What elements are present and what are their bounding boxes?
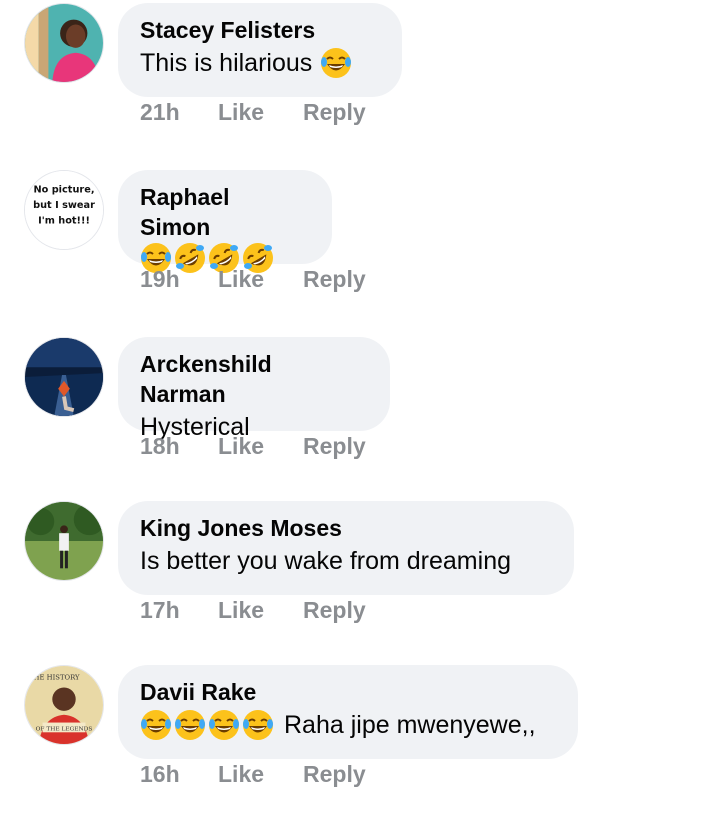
comment-timestamp: 19h — [140, 266, 180, 292]
like-button[interactable]: Like — [218, 597, 303, 624]
reply-button[interactable]: Reply — [303, 266, 366, 293]
avatar-photo-icon — [25, 338, 103, 416]
comment-actions: 18h Like Reply — [140, 433, 366, 460]
svg-text:No picture,: No picture, — [33, 184, 94, 195]
comment-text: Is better you wake from dreaming — [140, 543, 546, 579]
comment-timestamp: 16h — [140, 761, 180, 787]
tears-of-joy-emoji-icon — [320, 47, 352, 79]
like-button[interactable]: Like — [218, 99, 303, 126]
reply-button[interactable]: Reply — [303, 761, 366, 788]
svg-text:THE HISTORY: THE HISTORY — [29, 674, 80, 682]
like-button[interactable]: Like — [218, 433, 303, 460]
comment-author[interactable]: King Jones Moses — [140, 513, 546, 543]
svg-text:OF THE LEGENDS: OF THE LEGENDS — [36, 726, 93, 732]
like-button[interactable]: Like — [218, 761, 303, 788]
reply-button[interactable]: Reply — [303, 433, 366, 460]
comment-author[interactable]: Arckenshild Narman — [140, 349, 362, 409]
comment-bubble: Raphael Simon — [118, 170, 332, 273]
comment-text: Raha jipe mwenyewe,, — [140, 707, 550, 743]
comment-text-content: This is hilarious — [140, 49, 313, 77]
comment: Arckenshild Narman Hysterical 18h Like R… — [0, 337, 720, 487]
comment-actions: 16h Like Reply — [140, 761, 366, 788]
comment-actions: 21h Like Reply — [140, 99, 366, 126]
avatar[interactable]: No picture, but I swear I'm hot!!! — [24, 170, 104, 250]
tears-of-joy-emoji-icon — [242, 709, 274, 741]
comment-bubble: King Jones Moses Is better you wake from… — [118, 501, 574, 595]
comment-text-content: Raha jipe mwenyewe,, — [284, 711, 536, 739]
svg-text:I'm hot!!!: I'm hot!!! — [38, 216, 90, 227]
avatar[interactable] — [24, 3, 104, 83]
svg-text:but I swear: but I swear — [33, 200, 95, 211]
avatar[interactable] — [24, 501, 104, 581]
comment: THE HISTORY OF THE LEGENDS Davii Rake Ra… — [0, 665, 720, 815]
comment-bubble: Davii Rake Raha jipe mwenyewe,, — [118, 665, 578, 759]
avatar-photo-icon — [25, 502, 103, 580]
like-button[interactable]: Like — [218, 266, 303, 293]
tears-of-joy-emoji-icon — [140, 709, 172, 741]
comment-timestamp: 21h — [140, 99, 180, 125]
comment-text: This is hilarious — [140, 45, 374, 81]
tears-of-joy-emoji-icon — [174, 709, 206, 741]
avatar-text-image-icon: No picture, but I swear I'm hot!!! — [25, 171, 103, 249]
comment-author[interactable]: Raphael Simon — [140, 182, 304, 242]
comment-timestamp: 17h — [140, 597, 180, 623]
comment-timestamp: 18h — [140, 433, 180, 459]
comment-actions: 17h Like Reply — [140, 597, 366, 624]
comment-author[interactable]: Stacey Felisters — [140, 15, 374, 45]
avatar[interactable]: THE HISTORY OF THE LEGENDS — [24, 665, 104, 745]
comment-text-content: Is better you wake from dreaming — [140, 547, 511, 575]
tears-of-joy-emoji-icon — [208, 709, 240, 741]
avatar-photo-icon — [25, 4, 103, 82]
comment-bubble: Stacey Felisters This is hilarious — [118, 3, 402, 97]
comment: King Jones Moses Is better you wake from… — [0, 501, 720, 651]
reply-button[interactable]: Reply — [303, 99, 366, 126]
comment-actions: 19h Like Reply — [140, 266, 366, 293]
reply-button[interactable]: Reply — [303, 597, 366, 624]
comment: Stacey Felisters This is hilarious 21h L… — [0, 3, 720, 153]
comment: No picture, but I swear I'm hot!!! Rapha… — [0, 170, 720, 320]
comment-author[interactable]: Davii Rake — [140, 677, 550, 707]
avatar-photo-icon: THE HISTORY OF THE LEGENDS — [25, 666, 103, 744]
avatar[interactable] — [24, 337, 104, 417]
comment-bubble: Arckenshild Narman Hysterical — [118, 337, 390, 441]
